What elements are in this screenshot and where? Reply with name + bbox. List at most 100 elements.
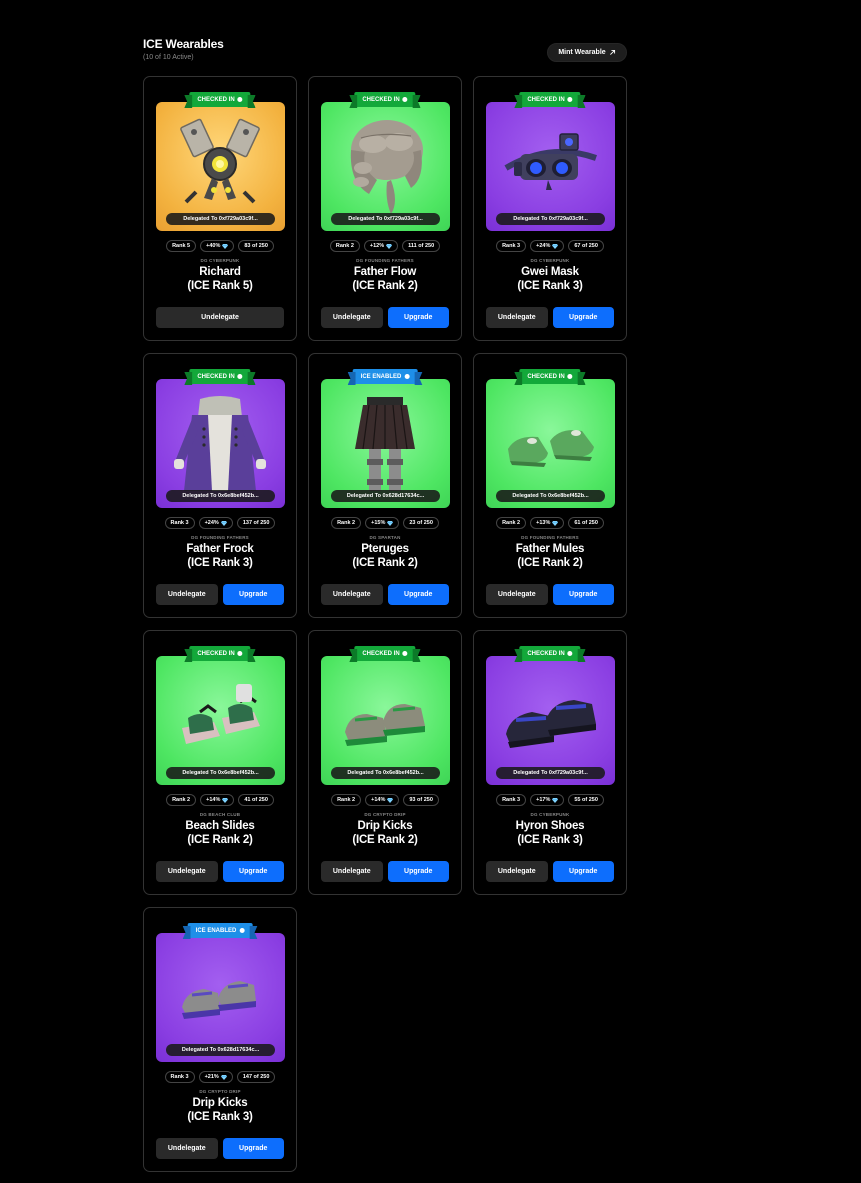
status-label: ICE ENABLED [195,927,237,934]
drone-image [180,118,260,204]
wearable-name: Pteruges (ICE Rank 2) [309,542,461,570]
bonus-text: +24% [536,243,551,249]
upgrade-button[interactable]: Upgrade [387,861,449,882]
wearable-card: ICE ENABLED Delegated To 0x628d17634c...… [308,353,462,618]
delegated-to-label: Delegated To 0x628d17634c... [166,1044,275,1056]
stats-row: Rank 2 +13% 61 of 250 [474,517,626,529]
edition-text: 55 of 250 [574,797,598,803]
wearable-name-line2: (ICE Rank 3) [187,557,253,569]
wearable-image: Delegated To 0x6e8bef452b... [486,379,615,508]
upgrade-button[interactable]: Upgrade [222,861,284,882]
kicks-green-image [345,704,425,746]
rank-text: Rank 2 [172,797,191,803]
bonus-text: +15% [371,520,386,526]
wearable-card: ICE ENABLED Delegated To 0x628d17634c...… [143,907,297,1172]
upgrade-button[interactable]: Upgrade [387,584,449,605]
collection-name: DG FOUNDING FATHERS [191,535,249,540]
edition-chip: 111 of 250 [402,240,441,252]
rank-chip: Rank 2 [496,517,527,529]
collection-name: DG CYBERPUNK [530,258,570,263]
wearables-grid: CHECKED IN Delegated To 0xf729a03c9f... … [143,76,627,1172]
rank-chip: Rank 5 [166,240,197,252]
card-actions: Undelegate Upgrade [486,584,614,605]
undelegate-button[interactable]: Undelegate [156,307,284,328]
diamond-icon [386,243,393,249]
wearable-name: Richard (ICE Rank 5) [144,265,296,293]
undelegate-button[interactable]: Undelegate [156,584,218,605]
bonus-text: +13% [536,520,551,526]
wearable-name: Father Mules (ICE Rank 2) [474,542,626,570]
mules-image [508,430,594,467]
delegated-to-label: Delegated To 0x628d17634c... [331,490,440,502]
frock-image [174,396,266,491]
status-ribbon: CHECKED IN [354,92,416,107]
stats-row: Rank 3 +24% 67 of 250 [474,240,626,252]
wearable-name-line2: (ICE Rank 3) [517,280,583,292]
collection-name: DG CRYPTO DRIP [199,1089,241,1094]
wearable-card: CHECKED IN Delegated To 0xf729a03c9f... … [308,76,462,341]
edition-chip: 137 of 250 [236,517,276,529]
wearable-image: Delegated To 0x6e8bef452b... [321,656,450,785]
wearable-image: Delegated To 0xf729a03c9f... [321,102,450,231]
upgrade-button[interactable]: Upgrade [222,584,284,605]
undelegate-button[interactable]: Undelegate [486,861,548,882]
delegated-to-label: Delegated To 0xf729a03c9f... [331,213,440,225]
status-label: CHECKED IN [527,373,565,380]
bonus-chip: +14% [200,794,235,806]
undelegate-button[interactable]: Undelegate [321,584,383,605]
undelegate-button[interactable]: Undelegate [321,861,383,882]
wearable-name-line1: Father Frock [186,543,254,555]
wearable-name: Gwei Mask (ICE Rank 3) [474,265,626,293]
edition-chip: 147 of 250 [236,1071,276,1083]
upgrade-button[interactable]: Upgrade [552,307,614,328]
status-label: ICE ENABLED [360,373,402,380]
mint-wearable-button[interactable]: Mint Wearable [547,43,627,62]
bonus-chip: +17% [530,794,565,806]
rank-chip: Rank 2 [331,517,362,529]
undelegate-button[interactable]: Undelegate [486,307,548,328]
status-ribbon: ICE ENABLED [187,923,253,938]
bonus-text: +21% [204,1074,219,1080]
status-dot-icon [239,928,245,933]
undelegate-button[interactable]: Undelegate [156,1138,218,1159]
status-label: CHECKED IN [527,650,565,657]
active-count: (10 of 10 Active) [143,54,194,61]
diamond-icon [552,520,559,526]
wig-image [350,120,423,214]
bonus-text: +24% [204,520,219,526]
wearable-name-line1: Richard [199,266,241,278]
wearable-name-line2: (ICE Rank 2) [352,280,418,292]
rank-chip: Rank 2 [329,240,360,252]
collection-name: DG FOUNDING FATHERS [521,535,579,540]
page-title: ICE Wearables [143,37,224,51]
upgrade-button[interactable]: Upgrade [222,1138,284,1159]
undelegate-button[interactable]: Undelegate [156,861,218,882]
status-ribbon: CHECKED IN [189,92,251,107]
upgrade-button[interactable]: Upgrade [552,861,614,882]
undelegate-button[interactable]: Undelegate [486,584,548,605]
rank-chip: Rank 3 [496,794,527,806]
collection-name: DG CYBERPUNK [530,812,570,817]
rank-text: Rank 2 [335,243,354,249]
wearable-name-line1: Pteruges [361,543,409,555]
rank-text: Rank 3 [502,797,521,803]
wearable-image: Delegated To 0x6e8bef452b... [156,656,285,785]
status-label: CHECKED IN [362,96,400,103]
bonus-chip: +21% [198,1071,233,1083]
collection-name: DG CYBERPUNK [200,258,240,263]
edition-chip: 55 of 250 [568,794,604,806]
upgrade-button[interactable]: Upgrade [552,584,614,605]
status-ribbon: CHECKED IN [354,646,416,661]
status-dot-icon [237,97,243,102]
rank-text: Rank 3 [170,520,189,526]
skirt-image [355,397,415,491]
wearable-name-line2: (ICE Rank 2) [352,834,418,846]
upgrade-button[interactable]: Upgrade [387,307,449,328]
wearable-name: Father Flow (ICE Rank 2) [309,265,461,293]
edition-text: 61 of 250 [574,520,598,526]
external-arrow-icon [609,49,615,55]
delegated-to-label: Delegated To 0xf729a03c9f... [166,213,275,225]
undelegate-button[interactable]: Undelegate [321,307,383,328]
edition-chip: 41 of 250 [238,794,274,806]
wearable-card: CHECKED IN Delegated To 0xf729a03c9f... … [143,76,297,341]
